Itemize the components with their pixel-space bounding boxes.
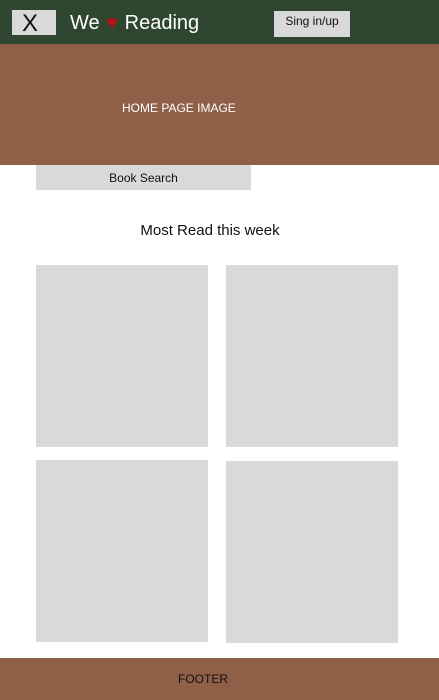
brand-title: We ♥ Reading: [70, 10, 199, 36]
hero-label: HOME PAGE IMAGE: [122, 101, 236, 115]
brand-suffix: Reading: [124, 12, 200, 34]
book-card[interactable]: [36, 265, 208, 447]
sign-in-button[interactable]: Sing in/up: [274, 11, 350, 37]
close-button[interactable]: X: [12, 10, 56, 37]
section-title: Most Read this week: [140, 222, 280, 239]
brand-prefix: We: [70, 12, 100, 34]
book-search-button[interactable]: Book Search: [36, 165, 251, 190]
heart-icon: ♥: [106, 12, 119, 34]
home-page-image: HOME PAGE IMAGE: [0, 44, 439, 165]
top-header: X We ♥ Reading Sing in/up: [0, 0, 439, 44]
book-card[interactable]: [36, 460, 208, 642]
footer: FOOTER: [0, 658, 439, 700]
footer-label: FOOTER: [178, 672, 228, 686]
book-card[interactable]: [226, 265, 398, 447]
book-card[interactable]: [226, 461, 398, 643]
